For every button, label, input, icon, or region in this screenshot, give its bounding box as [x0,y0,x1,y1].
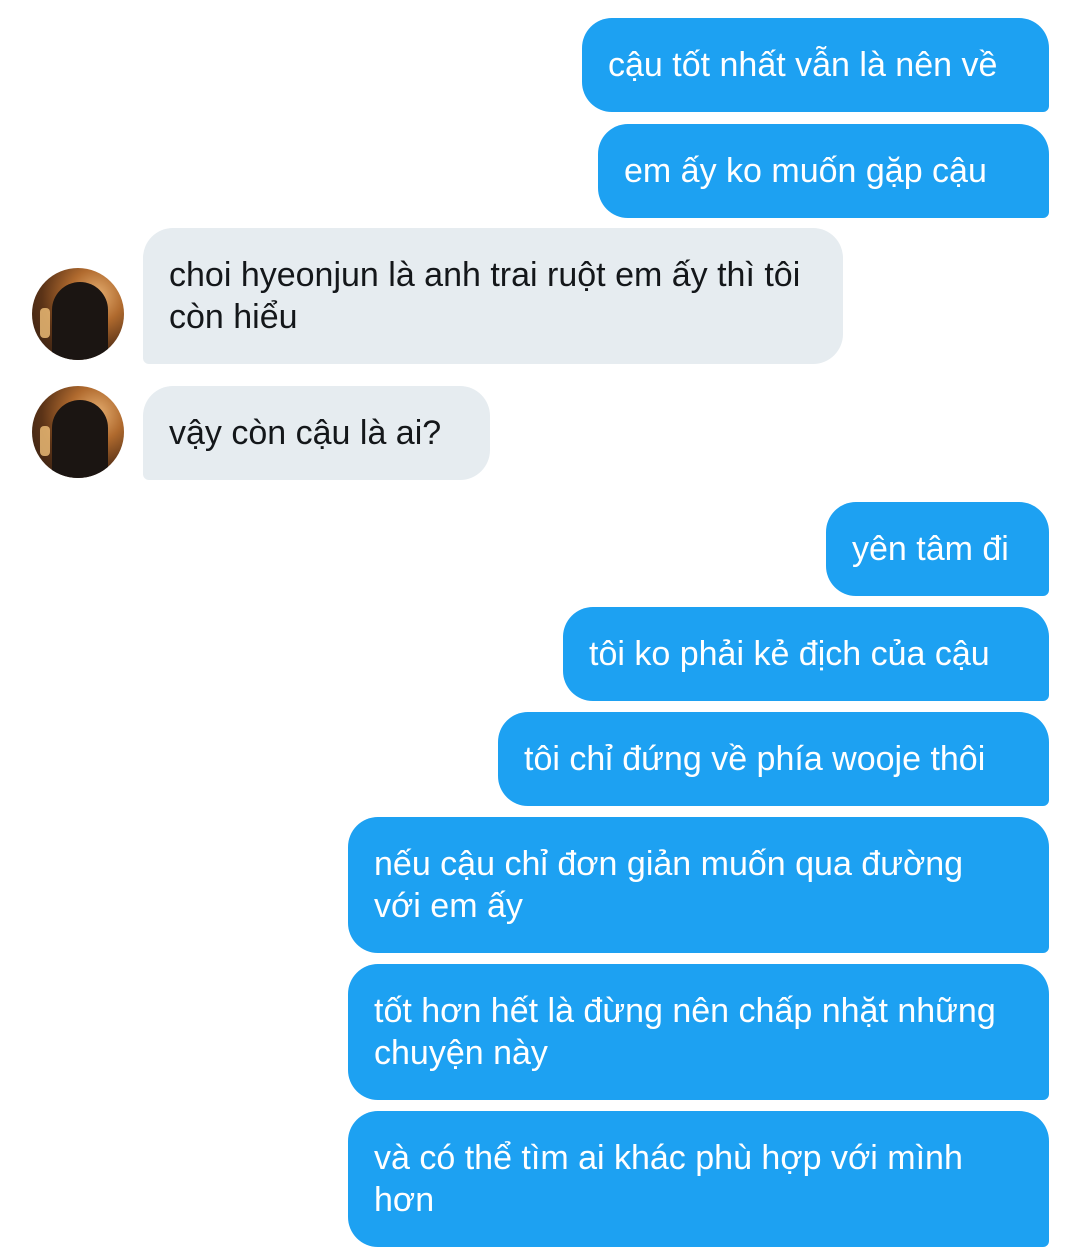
message-text: tôi chỉ đứng về phía wooje thôi [524,740,986,778]
message-text: yên tâm đi [852,530,1009,568]
message-bubble-outgoing[interactable]: nếu cậu chỉ đơn giản muốn qua đường với … [348,817,1049,953]
message-bubble-outgoing[interactable]: cậu tốt nhất vẫn là nên về [582,18,1049,112]
avatar[interactable] [32,386,124,478]
message-bubble-incoming[interactable]: vậy còn cậu là ai? [143,386,490,480]
message-bubble-outgoing[interactable]: và có thể tìm ai khác phù hợp với mình h… [348,1111,1049,1247]
message-text: vậy còn cậu là ai? [169,414,442,452]
avatar[interactable] [32,268,124,360]
message-text: cậu tốt nhất vẫn là nên về [608,46,998,84]
message-bubble-incoming[interactable]: choi hyeonjun là anh trai ruột em ấy thì… [143,228,843,364]
message-text: nếu cậu chỉ đơn giản muốn qua đường với … [374,845,964,925]
message-bubble-outgoing[interactable]: tôi chỉ đứng về phía wooje thôi [498,712,1049,806]
message-text: tôi ko phải kẻ địch của cậu [589,635,990,673]
avatar-photo-figure [52,282,108,360]
message-bubble-outgoing[interactable]: yên tâm đi [826,502,1049,596]
message-text: tốt hơn hết là đừng nên chấp nhặt những … [374,992,996,1072]
message-bubble-outgoing[interactable]: tốt hơn hết là đừng nên chấp nhặt những … [348,964,1049,1100]
message-bubble-outgoing[interactable]: em ấy ko muốn gặp cậu [598,124,1049,218]
avatar-photo-detail [40,426,50,456]
message-text: em ấy ko muốn gặp cậu [624,152,987,190]
message-text: và có thể tìm ai khác phù hợp với mình h… [374,1139,963,1219]
message-bubble-outgoing[interactable]: tôi ko phải kẻ địch của cậu [563,607,1049,701]
message-text: choi hyeonjun là anh trai ruột em ấy thì… [169,256,801,336]
avatar-photo-figure [52,400,108,478]
avatar-photo-detail [40,308,50,338]
